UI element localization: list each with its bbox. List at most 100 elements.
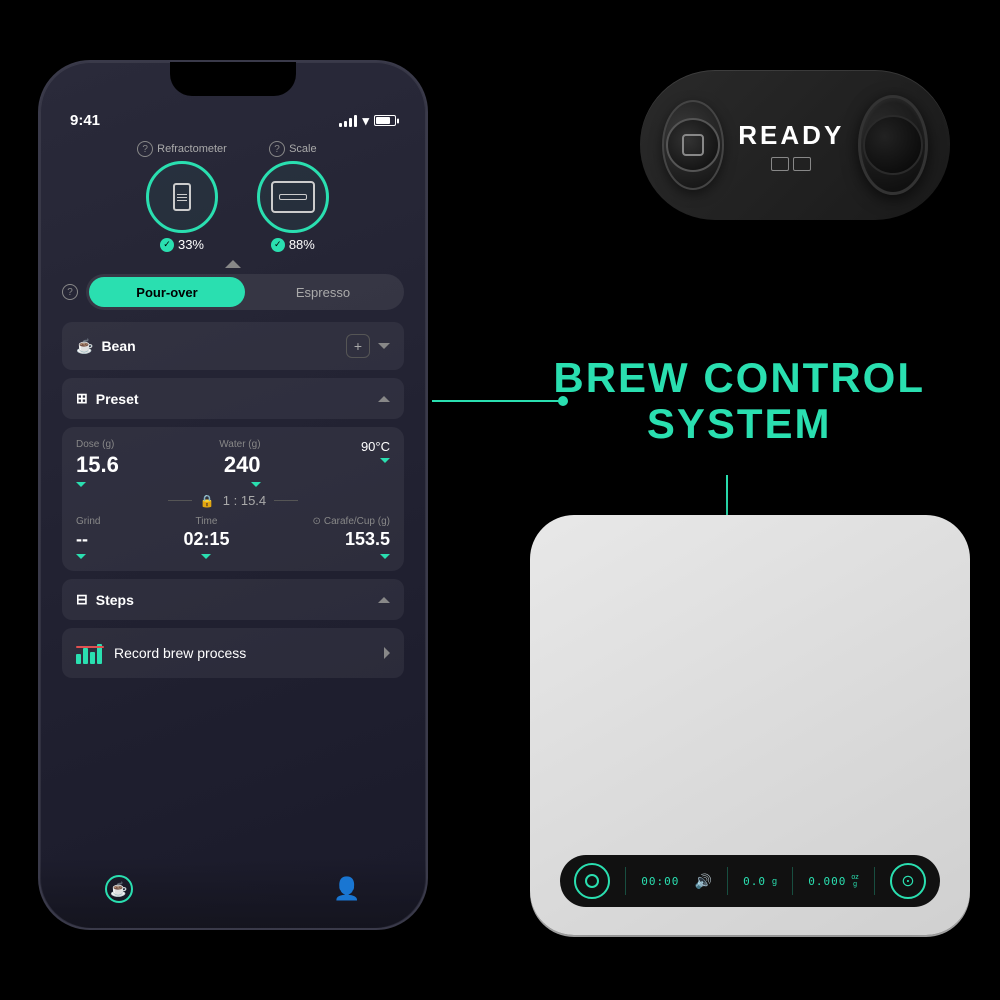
brew-help-icon[interactable]: ?	[62, 284, 78, 300]
bean-section-right: +	[346, 334, 390, 358]
ratio-value: 1 : 15.4	[223, 493, 266, 508]
refractometer-ready-text: READY	[738, 120, 844, 151]
ratio-line-right	[274, 500, 298, 501]
refractometer-check-icon: ✓	[160, 238, 174, 252]
scale-weight2-segment: 0.000 ozg	[808, 874, 859, 888]
espresso-button[interactable]: Espresso	[245, 277, 401, 307]
bean-chevron-icon[interactable]	[378, 343, 390, 349]
brew-toggle-row: ? Pour-over Espresso	[62, 274, 404, 310]
grind-field: Grind --	[76, 516, 100, 559]
grind-label: Grind	[76, 516, 100, 527]
phone-notch	[170, 62, 296, 96]
bottom-nav: ☕ 👤	[40, 858, 426, 928]
scale-weight2-text: 0.000	[808, 875, 846, 888]
bean-add-button[interactable]: +	[346, 334, 370, 358]
refractometer-display: READY	[738, 120, 844, 171]
scale-power-button[interactable]	[574, 863, 610, 899]
scale-weight1-text: 0.0	[743, 875, 766, 888]
refractometer-help-icon[interactable]: ?	[137, 141, 153, 157]
temp-chevron-icon[interactable]	[380, 458, 390, 463]
chart-icon	[76, 642, 104, 664]
dose-field: Dose (g) 15.6	[76, 439, 119, 487]
grind-value: --	[76, 529, 88, 550]
steps-section-header: ⊟ Steps	[62, 579, 404, 620]
phone-screen: 9:41 ▾	[40, 62, 426, 928]
refractometer-pct: ✓ 33%	[160, 237, 204, 252]
ratio-line-left	[168, 500, 192, 501]
record-brew-left: Record brew process	[76, 642, 246, 664]
scale-divider-4	[874, 867, 875, 895]
carafe-value: 153.5	[345, 529, 390, 550]
grind-chevron-icon[interactable]	[76, 554, 86, 559]
steps-label: Steps	[96, 592, 134, 608]
dose-label: Dose (g)	[76, 439, 114, 450]
bean-label: Bean	[101, 338, 135, 354]
temp-value: 90°C	[361, 439, 390, 454]
refractometer-button-inner	[666, 118, 720, 172]
scale-unit1: g	[772, 876, 777, 886]
scale-time-text: 00:00	[641, 875, 679, 888]
steps-section-left: ⊟ Steps	[76, 591, 134, 608]
water-value: 240	[224, 452, 261, 478]
refractometer-button[interactable]	[662, 100, 724, 190]
collapse-chevron-icon[interactable]	[225, 260, 241, 268]
pour-over-button[interactable]: Pour-over	[89, 277, 245, 307]
connector-dot	[558, 396, 568, 406]
water-chevron-icon[interactable]	[251, 482, 261, 487]
bcs-title-line1: BREW CONTROL	[553, 355, 925, 401]
bcs-label: BREW CONTROL SYSTEM	[553, 355, 925, 447]
phone-power-button[interactable]	[426, 222, 428, 292]
record-brew-chevron-icon[interactable]	[384, 647, 390, 659]
scale-unit2: ozg	[851, 874, 858, 888]
refractometer-label: ? Refractometer	[137, 141, 227, 157]
chart-trend-line	[76, 646, 104, 648]
dose-chevron-icon[interactable]	[76, 482, 86, 487]
status-time: 9:41	[70, 112, 100, 129]
scale-label: ? Scale	[269, 141, 317, 157]
scale-tare-button[interactable]: ⊙	[890, 863, 926, 899]
refractometer-circle	[146, 161, 218, 233]
nav-profile-button[interactable]: 👤	[328, 870, 366, 908]
refractometer-button-icon	[682, 134, 704, 156]
sd-icon-2	[793, 157, 811, 171]
status-bar: 9:41 ▾	[62, 112, 404, 129]
carafe-field: ⊙ Carafe/Cup (g) 153.5	[312, 516, 390, 559]
refractometer-sensor: ? Refractometer	[137, 141, 227, 252]
steps-icon: ⊟	[76, 591, 88, 608]
time-value: 02:15	[183, 529, 229, 550]
refractometer-knob[interactable]	[858, 95, 928, 195]
record-brew-item[interactable]: Record brew process	[62, 628, 404, 678]
wifi-icon: ▾	[362, 113, 369, 129]
temp-field: 90°C	[361, 439, 390, 463]
preset-main-row: Dose (g) 15.6 Water (g) 240 90°C	[76, 439, 390, 487]
time-label: Time	[196, 516, 218, 527]
scale-sensor-circle	[257, 161, 329, 233]
preset-section-right	[378, 396, 390, 402]
refractometer-device: READY	[640, 70, 950, 220]
scale-device: 00:00 🔊 0.0 g 0.000 ozg ⊙	[530, 515, 970, 935]
preset-chevron-icon[interactable]	[378, 396, 390, 402]
scale-power-icon	[585, 874, 599, 888]
nav-profile-icon: 👤	[333, 876, 360, 902]
record-brew-label: Record brew process	[114, 645, 246, 661]
scale-weight1-segment: 0.0 g	[743, 875, 777, 888]
steps-chevron-icon[interactable]	[378, 597, 390, 603]
preset-icon: ⊞	[76, 390, 88, 407]
dose-value: 15.6	[76, 452, 119, 478]
signal-icon	[339, 115, 357, 127]
bcs-title-line2: SYSTEM	[553, 401, 925, 447]
brew-type-toggle[interactable]: Pour-over Espresso	[86, 274, 404, 310]
scale-tare-icon: ⊙	[901, 871, 914, 891]
nav-brew-button[interactable]: ☕	[100, 870, 138, 908]
scale-speaker-icon: 🔊	[694, 873, 711, 890]
phone: 9:41 ▾	[38, 60, 428, 930]
scale-pct: ✓ 88%	[271, 237, 315, 252]
scale-help-icon[interactable]: ?	[269, 141, 285, 157]
time-chevron-icon[interactable]	[201, 554, 211, 559]
collapse-row[interactable]	[62, 260, 404, 268]
nav-coffee-icon: ☕	[105, 875, 133, 903]
carafe-chevron-icon[interactable]	[380, 554, 390, 559]
carafe-label: Carafe/Cup (g)	[324, 516, 390, 527]
refractometer-device-icon	[164, 175, 200, 219]
bean-icon: ☕	[76, 338, 93, 355]
